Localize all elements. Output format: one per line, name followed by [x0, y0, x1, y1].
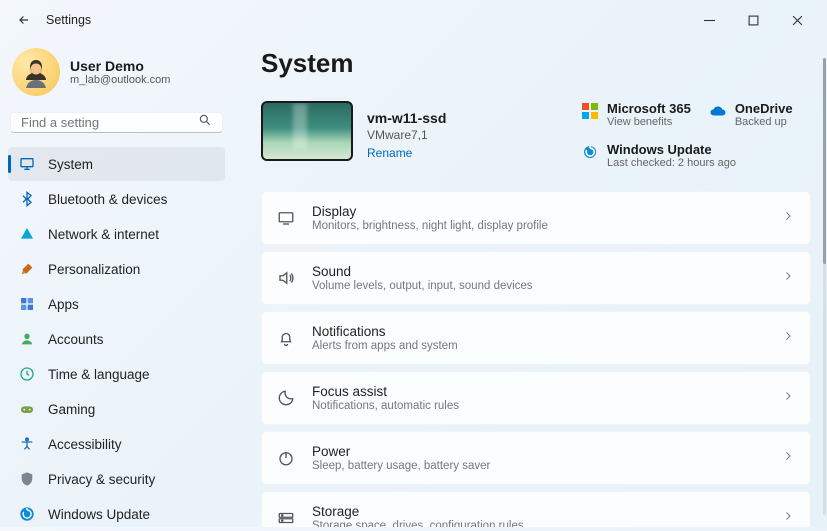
settings-card-notifications[interactable]: NotificationsAlerts from apps and system — [261, 311, 811, 365]
card-subtitle: Notifications, automatic rules — [312, 400, 459, 412]
m365-icon — [581, 102, 599, 120]
status-update-heading: Windows Update — [607, 142, 736, 157]
sidebar: User Demo m_lab@outlook.com System Blueto… — [0, 40, 233, 527]
gaming-icon — [18, 401, 36, 417]
window-title: Settings — [46, 13, 91, 27]
window-maximize-button[interactable] — [731, 4, 775, 36]
sound-icon — [276, 269, 296, 287]
card-title: Storage — [312, 504, 524, 519]
card-title: Display — [312, 204, 548, 219]
sidebar-item-time[interactable]: Time & language — [8, 357, 225, 391]
sidebar-item-bluetooth[interactable]: Bluetooth & devices — [8, 182, 225, 216]
card-subtitle: Monitors, brightness, night light, displ… — [312, 220, 548, 232]
sidebar-item-label: Accessibility — [48, 437, 122, 452]
user-name: User Demo — [70, 58, 170, 74]
chevron-right-icon — [782, 329, 794, 347]
sidebar-item-network[interactable]: Network & internet — [8, 217, 225, 251]
search-input[interactable] — [21, 115, 198, 130]
main-content: System vm-w11-ssd VMware7,1 Rename Micro… — [233, 40, 827, 527]
window-minimize-button[interactable] — [687, 4, 731, 36]
chevron-right-icon — [782, 209, 794, 227]
status-m365-heading: Microsoft 365 — [607, 101, 691, 116]
device-name: vm-w11-ssd — [367, 110, 446, 126]
back-button[interactable] — [8, 13, 40, 27]
search-icon — [198, 113, 212, 132]
focus-icon — [276, 389, 296, 407]
card-title: Sound — [312, 264, 533, 279]
sidebar-item-accessibility[interactable]: Accessibility — [8, 427, 225, 461]
settings-card-display[interactable]: DisplayMonitors, brightness, night light… — [261, 191, 811, 245]
card-title: Focus assist — [312, 384, 459, 399]
sidebar-item-label: Gaming — [48, 402, 95, 417]
status-onedrive[interactable]: OneDrive Backed up — [709, 101, 793, 128]
chevron-right-icon — [782, 449, 794, 467]
sidebar-item-label: Privacy & security — [48, 472, 155, 487]
chevron-right-icon — [782, 389, 794, 407]
notifications-icon — [276, 329, 296, 347]
card-title: Power — [312, 444, 490, 459]
user-email: m_lab@outlook.com — [70, 74, 170, 86]
storage-icon — [276, 509, 296, 527]
sidebar-item-label: Apps — [48, 297, 79, 312]
sidebar-item-label: Personalization — [48, 262, 140, 277]
titlebar: Settings — [0, 0, 827, 40]
power-icon — [276, 449, 296, 467]
sidebar-item-label: Bluetooth & devices — [48, 192, 167, 207]
onedrive-icon — [709, 102, 727, 120]
sidebar-item-update[interactable]: Windows Update — [8, 497, 225, 531]
user-account-row[interactable]: User Demo m_lab@outlook.com — [8, 40, 225, 112]
display-icon — [276, 209, 296, 227]
card-subtitle: Storage space, drives, configuration rul… — [312, 520, 524, 527]
sidebar-item-label: Accounts — [48, 332, 104, 347]
sidebar-item-label: Network & internet — [48, 227, 159, 242]
sidebar-item-privacy[interactable]: Privacy & security — [8, 462, 225, 496]
status-onedrive-heading: OneDrive — [735, 101, 793, 116]
window-close-button[interactable] — [775, 4, 819, 36]
device-thumbnail[interactable] — [261, 101, 353, 161]
device-summary-row: vm-w11-ssd VMware7,1 Rename Microsoft 36… — [261, 101, 811, 169]
privacy-icon — [18, 471, 36, 487]
avatar — [12, 48, 60, 96]
page-title: System — [261, 48, 811, 79]
sidebar-item-label: Windows Update — [48, 507, 150, 522]
accessibility-icon — [18, 436, 36, 452]
status-onedrive-sub: Backed up — [735, 116, 793, 128]
status-windows-update[interactable]: Windows Update Last checked: 2 hours ago — [581, 142, 811, 169]
chevron-right-icon — [782, 509, 794, 527]
update-icon — [581, 143, 599, 161]
card-title: Notifications — [312, 324, 458, 339]
device-model: VMware7,1 — [367, 128, 446, 142]
status-update-sub: Last checked: 2 hours ago — [607, 157, 736, 169]
time-icon — [18, 366, 36, 382]
update-icon — [18, 506, 36, 522]
sidebar-item-system[interactable]: System — [8, 147, 225, 181]
bluetooth-icon — [18, 191, 36, 207]
system-icon — [18, 156, 36, 172]
settings-cards-list: DisplayMonitors, brightness, night light… — [261, 191, 811, 527]
scrollbar[interactable] — [823, 58, 826, 515]
settings-card-storage[interactable]: StorageStorage space, drives, configurat… — [261, 491, 811, 527]
search-input-container[interactable] — [10, 112, 223, 133]
sidebar-item-label: Time & language — [48, 367, 150, 382]
apps-icon — [18, 296, 36, 312]
card-subtitle: Alerts from apps and system — [312, 340, 458, 352]
network-icon — [18, 226, 36, 242]
status-m365-sub: View benefits — [607, 116, 691, 128]
chevron-right-icon — [782, 269, 794, 287]
sidebar-item-label: System — [48, 157, 93, 172]
settings-card-power[interactable]: PowerSleep, battery usage, battery saver — [261, 431, 811, 485]
status-m365[interactable]: Microsoft 365 View benefits — [581, 101, 691, 128]
settings-card-sound[interactable]: SoundVolume levels, output, input, sound… — [261, 251, 811, 305]
device-rename-link[interactable]: Rename — [367, 146, 446, 160]
sidebar-item-gaming[interactable]: Gaming — [8, 392, 225, 426]
settings-card-focus[interactable]: Focus assistNotifications, automatic rul… — [261, 371, 811, 425]
accounts-icon — [18, 331, 36, 347]
sidebar-item-apps[interactable]: Apps — [8, 287, 225, 321]
card-subtitle: Sleep, battery usage, battery saver — [312, 460, 490, 472]
sidebar-nav: System Bluetooth & devices Network & inter… — [8, 147, 225, 531]
card-subtitle: Volume levels, output, input, sound devi… — [312, 280, 533, 292]
sidebar-item-accounts[interactable]: Accounts — [8, 322, 225, 356]
sidebar-item-personalization[interactable]: Personalization — [8, 252, 225, 286]
personalization-icon — [18, 261, 36, 277]
